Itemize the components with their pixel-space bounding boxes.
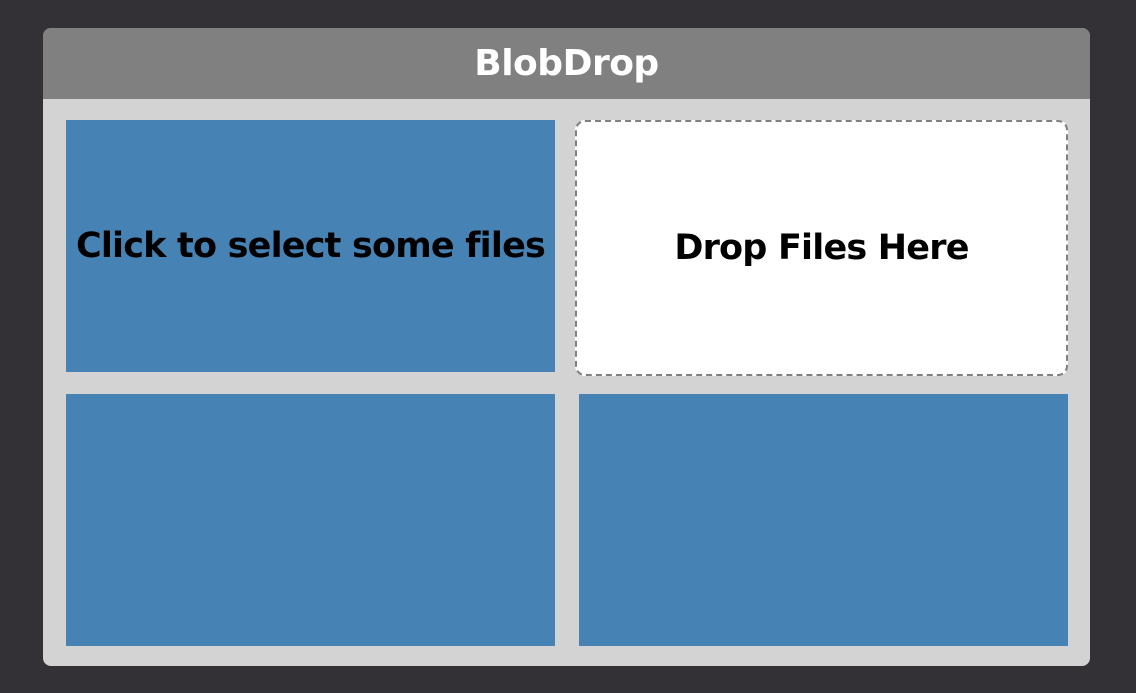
drop-zone-label: Drop Files Here bbox=[674, 228, 969, 268]
file-drop-zone[interactable]: Drop Files Here bbox=[575, 120, 1068, 376]
app-window: BlobDrop Click to select some files Drop… bbox=[43, 28, 1090, 666]
title-bar: BlobDrop bbox=[43, 28, 1090, 99]
empty-panel-right bbox=[579, 394, 1068, 646]
select-files-button[interactable]: Click to select some files bbox=[66, 120, 555, 372]
app-title: BlobDrop bbox=[474, 43, 659, 84]
empty-panel-left bbox=[66, 394, 555, 646]
select-files-label: Click to select some files bbox=[75, 226, 546, 266]
